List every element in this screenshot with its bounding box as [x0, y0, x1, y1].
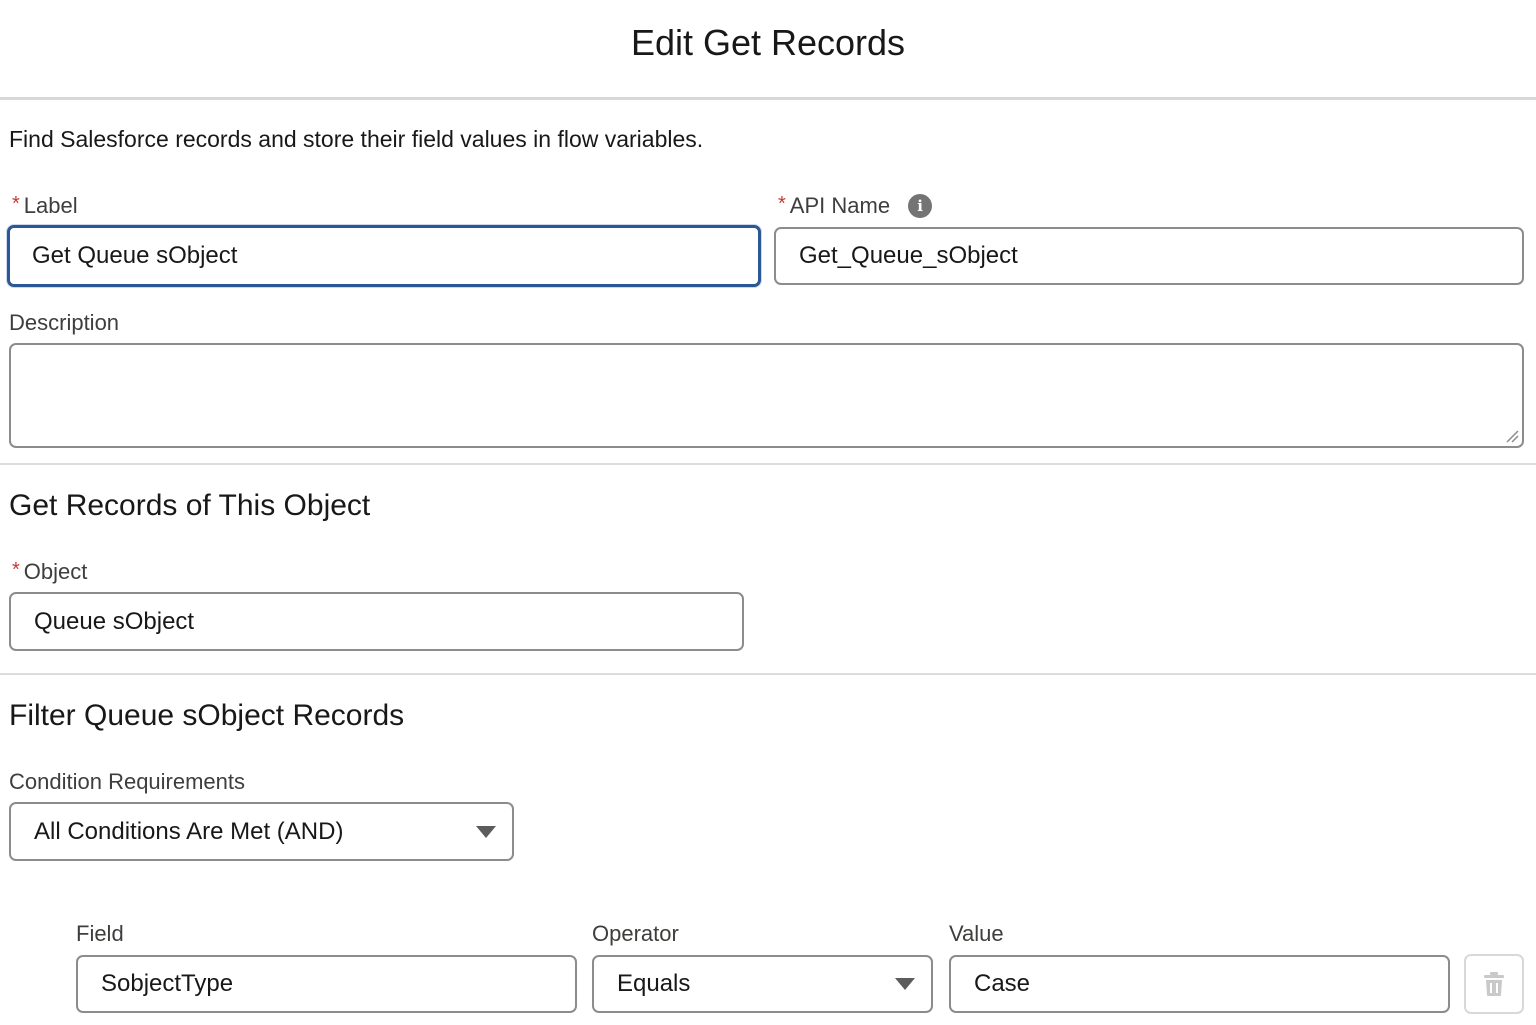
- filter-value-value: Case: [974, 970, 1031, 997]
- description-label-text: Description: [9, 310, 120, 335]
- object-field-label: * Object: [12, 559, 87, 585]
- filter-value-input[interactable]: Case: [949, 955, 1450, 1013]
- operator-column-label: Operator: [592, 921, 679, 946]
- chevron-down-icon: [476, 825, 496, 838]
- info-icon[interactable]: i: [908, 194, 933, 218]
- condition-requirements-select[interactable]: All Conditions Are Met (AND): [9, 802, 514, 861]
- label-input-value: Get Queue sObject: [32, 242, 238, 269]
- filter-field-input[interactable]: SobjectType: [76, 955, 577, 1013]
- required-indicator: *: [778, 192, 786, 215]
- section-divider: [0, 463, 1536, 465]
- condition-requirements-label: Condition Requirements: [9, 769, 245, 795]
- value-column-label: Value: [949, 921, 1004, 946]
- description-textarea[interactable]: [9, 343, 1524, 448]
- section-divider: [0, 673, 1536, 675]
- api-name-input-value: Get_Queue_sObject: [799, 242, 1018, 269]
- api-name-field-label-text: API Name: [789, 193, 891, 218]
- intro-text: Find Salesforce records and store their …: [9, 126, 704, 152]
- filter-operator-value: Equals: [617, 970, 691, 997]
- filter-operator-select[interactable]: Equals: [592, 955, 933, 1013]
- description-field-label: Description: [9, 310, 119, 336]
- filter-field-value: SobjectType: [101, 970, 234, 997]
- label-field-label: * Label: [12, 193, 78, 219]
- api-name-input[interactable]: Get_Queue_sObject: [774, 227, 1524, 285]
- object-input-value: Queue sObject: [34, 607, 195, 635]
- trash-icon: [1484, 972, 1504, 996]
- delete-condition-button[interactable]: [1464, 954, 1524, 1014]
- object-label-text: Object: [23, 559, 88, 584]
- modal-header: Edit Get Records: [0, 0, 1536, 100]
- label-input[interactable]: Get Queue sObject: [7, 225, 761, 287]
- field-column-label: Field: [76, 921, 124, 946]
- object-input[interactable]: Queue sObject: [9, 592, 744, 651]
- filter-section-title: Filter Queue sObject Records: [9, 699, 405, 732]
- required-indicator: *: [12, 558, 20, 581]
- label-field-label-text: Label: [23, 193, 78, 218]
- condition-label-text: Condition Requirements: [9, 769, 246, 794]
- page-title: Edit Get Records: [630, 22, 906, 63]
- resize-handle-icon[interactable]: [1505, 429, 1519, 443]
- condition-select-value: All Conditions Are Met (AND): [34, 817, 344, 845]
- api-name-field-label: * API Name i: [778, 192, 933, 219]
- required-indicator: *: [12, 192, 20, 215]
- chevron-down-icon: [895, 978, 915, 990]
- object-section-title: Get Records of This Object: [9, 489, 371, 522]
